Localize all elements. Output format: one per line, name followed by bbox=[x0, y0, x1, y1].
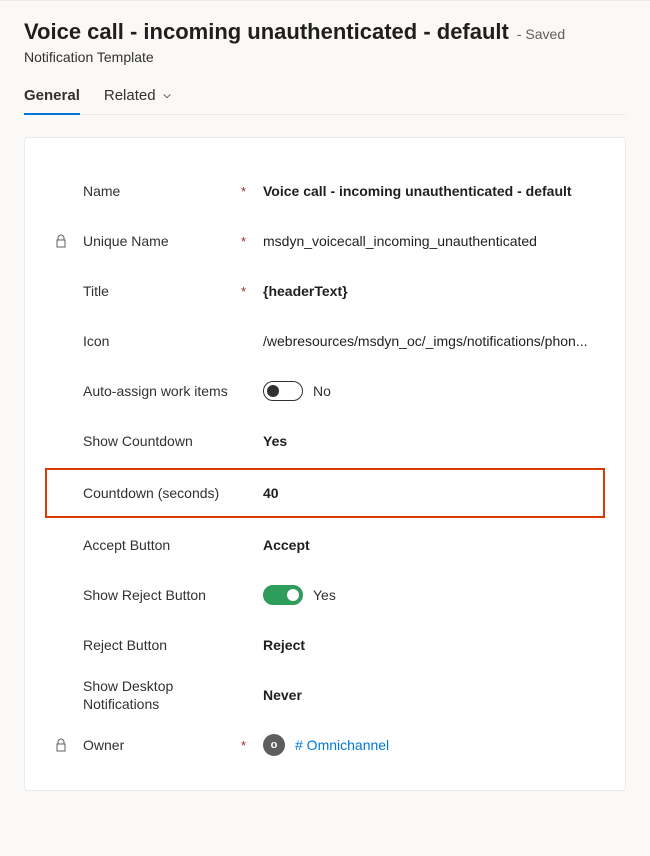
field-reject-button[interactable]: Reject Button Reject bbox=[53, 620, 597, 670]
chevron-down-icon bbox=[162, 91, 172, 101]
toggle-show-reject[interactable] bbox=[263, 585, 303, 605]
required-marker: * bbox=[241, 234, 257, 249]
field-show-reject-label: Show Reject Button bbox=[83, 586, 235, 604]
field-unique-name-value: msdyn_voicecall_incoming_unauthenticated bbox=[263, 233, 597, 249]
required-marker: * bbox=[241, 284, 257, 299]
field-accept-button-value: Accept bbox=[263, 537, 597, 553]
field-reject-button-label: Reject Button bbox=[83, 636, 235, 654]
field-icon[interactable]: Icon /webresources/msdyn_oc/_imgs/notifi… bbox=[53, 316, 597, 366]
field-show-reject[interactable]: Show Reject Button Yes bbox=[53, 570, 597, 620]
field-accept-button-label: Accept Button bbox=[83, 536, 235, 554]
field-unique-name[interactable]: Unique Name * msdyn_voicecall_incoming_u… bbox=[53, 216, 597, 266]
field-countdown-seconds-label: Countdown (seconds) bbox=[83, 484, 235, 502]
form-card: Name * Voice call - incoming unauthentic… bbox=[24, 137, 626, 791]
field-desktop-notifications[interactable]: Show Desktop Notifications Never bbox=[53, 670, 597, 720]
field-title[interactable]: Title * {headerText} bbox=[53, 266, 597, 316]
page-title: Voice call - incoming unauthenticated - … bbox=[24, 19, 509, 45]
owner-link[interactable]: # Omnichannel bbox=[295, 737, 389, 753]
field-show-countdown-label: Show Countdown bbox=[83, 432, 235, 450]
tab-bar: General Related bbox=[24, 87, 626, 115]
lock-icon bbox=[55, 234, 67, 248]
field-title-label: Title bbox=[83, 282, 235, 300]
lock-icon bbox=[55, 738, 67, 752]
field-auto-assign[interactable]: Auto-assign work items No bbox=[53, 366, 597, 416]
owner-avatar: o bbox=[263, 734, 285, 756]
required-marker: * bbox=[241, 184, 257, 199]
page-subtitle: Notification Template bbox=[24, 49, 626, 65]
toggle-auto-assign-text: No bbox=[313, 383, 331, 399]
tab-general-label: General bbox=[24, 87, 80, 104]
field-desktop-notifications-label: Show Desktop Notifications bbox=[83, 677, 235, 713]
field-owner[interactable]: Owner * o # Omnichannel bbox=[53, 720, 597, 770]
field-title-value: {headerText} bbox=[263, 283, 597, 299]
field-icon-value: /webresources/msdyn_oc/_imgs/notificatio… bbox=[263, 333, 597, 349]
field-countdown-seconds[interactable]: Countdown (seconds) 40 bbox=[45, 468, 605, 518]
required-marker: * bbox=[241, 738, 257, 753]
field-countdown-seconds-value: 40 bbox=[263, 485, 597, 501]
field-name-label: Name bbox=[83, 182, 235, 200]
toggle-auto-assign[interactable] bbox=[263, 381, 303, 401]
field-desktop-notifications-value: Never bbox=[263, 687, 597, 703]
field-owner-label: Owner bbox=[83, 736, 235, 754]
field-auto-assign-label: Auto-assign work items bbox=[83, 382, 235, 400]
field-show-countdown[interactable]: Show Countdown Yes bbox=[53, 416, 597, 466]
page-header: Voice call - incoming unauthenticated - … bbox=[24, 19, 626, 65]
saved-status-label: - Saved bbox=[517, 26, 565, 42]
field-show-countdown-value: Yes bbox=[263, 433, 597, 449]
field-name-value: Voice call - incoming unauthenticated - … bbox=[263, 183, 597, 199]
field-accept-button[interactable]: Accept Button Accept bbox=[53, 520, 597, 570]
field-reject-button-value: Reject bbox=[263, 637, 597, 653]
toggle-show-reject-text: Yes bbox=[313, 587, 336, 603]
tab-general[interactable]: General bbox=[24, 87, 80, 114]
tab-related[interactable]: Related bbox=[104, 87, 172, 114]
tab-related-label: Related bbox=[104, 87, 156, 104]
field-name[interactable]: Name * Voice call - incoming unauthentic… bbox=[53, 166, 597, 216]
field-icon-label: Icon bbox=[83, 332, 235, 350]
field-unique-name-label: Unique Name bbox=[83, 232, 235, 250]
